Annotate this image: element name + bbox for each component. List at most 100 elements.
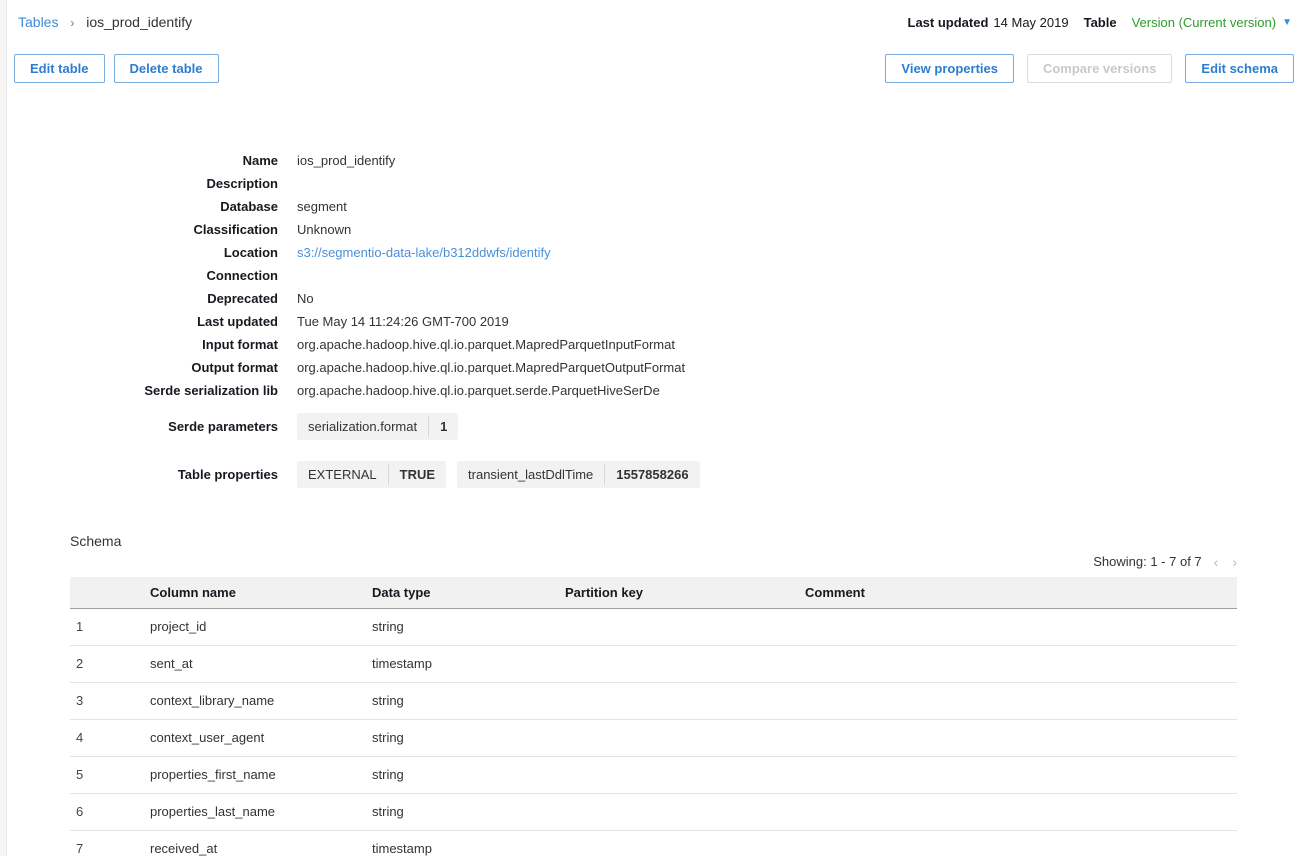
detail-label: Description <box>18 172 278 195</box>
row-number: 6 <box>70 793 150 830</box>
badge-value: TRUE <box>389 461 446 488</box>
breadcrumb-separator-icon: › <box>70 16 74 30</box>
detail-value-database: segment <box>297 195 347 218</box>
toolbar: Edit table Delete table View properties … <box>0 54 1304 83</box>
table-properties-label: Table properties <box>18 462 278 488</box>
partition-key-cell <box>565 645 805 682</box>
detail-row-output-format: Output format org.apache.hadoop.hive.ql.… <box>18 356 1304 379</box>
data-type-cell: string <box>372 682 565 719</box>
comment-cell <box>805 756 1237 793</box>
comment-header: Comment <box>805 577 1237 608</box>
serde-parameter-badge: serialization.format 1 <box>297 413 458 440</box>
toolbar-right-group: View properties Compare versions Edit sc… <box>885 54 1294 83</box>
detail-value-classification: Unknown <box>297 218 351 241</box>
partition-key-cell <box>565 756 805 793</box>
row-number: 2 <box>70 645 150 682</box>
comment-cell <box>805 682 1237 719</box>
row-number-header <box>70 577 150 608</box>
view-properties-button[interactable]: View properties <box>885 54 1014 83</box>
toolbar-left-group: Edit table Delete table <box>14 54 219 83</box>
badge-key: transient_lastDdlTime <box>457 461 604 488</box>
detail-value-input-format: org.apache.hadoop.hive.ql.io.parquet.Map… <box>297 333 675 356</box>
detail-row-connection: Connection <box>18 264 1304 287</box>
detail-row-location: Location s3://segmentio-data-lake/b312dd… <box>18 241 1304 264</box>
detail-value-name: ios_prod_identify <box>297 149 395 172</box>
comment-cell <box>805 719 1237 756</box>
table-row: 3 context_library_name string <box>70 682 1237 719</box>
showing-count-text: Showing: 1 - 7 of 7 <box>1093 554 1201 569</box>
chevron-down-icon[interactable]: ▼ <box>1282 17 1292 28</box>
breadcrumb: Tables › ios_prod_identify <box>18 14 192 30</box>
row-number: 1 <box>70 608 150 645</box>
partition-key-cell <box>565 719 805 756</box>
detail-row-description: Description <box>18 172 1304 195</box>
detail-label: Database <box>18 195 278 218</box>
chevron-right-icon[interactable]: › <box>1232 555 1237 569</box>
detail-label: Location <box>18 241 278 264</box>
comment-cell <box>805 793 1237 830</box>
table-type-label: Table <box>1084 15 1117 30</box>
comment-cell <box>805 608 1237 645</box>
partition-key-cell <box>565 793 805 830</box>
table-details-page: Tables › ios_prod_identify Last updated … <box>0 0 1304 856</box>
detail-row-serde-lib: Serde serialization lib org.apache.hadoo… <box>18 379 1304 402</box>
breadcrumb-tables-link[interactable]: Tables <box>18 14 58 30</box>
detail-label: Serde serialization lib <box>18 379 278 402</box>
row-number: 3 <box>70 682 150 719</box>
data-type-cell: string <box>372 756 565 793</box>
detail-label: Name <box>18 149 278 172</box>
schema-header-row: Column name Data type Partition key Comm… <box>70 577 1237 608</box>
partition-key-cell <box>565 682 805 719</box>
comment-cell <box>805 645 1237 682</box>
column-name-cell: context_library_name <box>150 682 372 719</box>
top-bar: Tables › ios_prod_identify Last updated … <box>0 12 1304 30</box>
column-name-cell: properties_last_name <box>150 793 372 830</box>
edit-table-button[interactable]: Edit table <box>14 54 105 83</box>
table-row: 7 received_at timestamp <box>70 830 1237 856</box>
badge-key: serialization.format <box>297 413 428 440</box>
table-row: 2 sent_at timestamp <box>70 645 1237 682</box>
column-name-cell: properties_first_name <box>150 756 372 793</box>
partition-key-cell <box>565 830 805 856</box>
data-type-cell: timestamp <box>372 830 565 856</box>
comment-cell <box>805 830 1237 856</box>
table-row: 6 properties_last_name string <box>70 793 1237 830</box>
compare-versions-button[interactable]: Compare versions <box>1027 54 1172 83</box>
table-row: 1 project_id string <box>70 608 1237 645</box>
schema-section: Schema Showing: 1 - 7 of 7 ‹ › Column na… <box>70 533 1237 856</box>
detail-value-output-format: org.apache.hadoop.hive.ql.io.parquet.Map… <box>297 356 685 379</box>
schema-pagination-row: Showing: 1 - 7 of 7 ‹ › <box>70 554 1237 569</box>
pagination-controls: ‹ › <box>1214 555 1237 569</box>
data-type-cell: string <box>372 608 565 645</box>
row-number: 5 <box>70 756 150 793</box>
column-name-cell: received_at <box>150 830 372 856</box>
delete-table-button[interactable]: Delete table <box>114 54 219 83</box>
schema-section-title: Schema <box>70 533 1237 549</box>
badge-value: 1 <box>429 413 458 440</box>
last-updated-label: Last updated <box>908 15 989 30</box>
detail-row-deprecated: Deprecated No <box>18 287 1304 310</box>
detail-label: Last updated <box>18 310 278 333</box>
serde-parameter-badges: serialization.format 1 <box>297 413 458 440</box>
detail-row-input-format: Input format org.apache.hadoop.hive.ql.i… <box>18 333 1304 356</box>
partition-key-cell <box>565 608 805 645</box>
badge-value: 1557858266 <box>605 461 699 488</box>
serde-parameters-label: Serde parameters <box>18 414 278 440</box>
table-property-badge: transient_lastDdlTime 1557858266 <box>457 461 700 488</box>
detail-label: Classification <box>18 218 278 241</box>
serde-parameters-row: Serde parameters serialization.format 1 <box>18 413 1304 440</box>
table-details: Name ios_prod_identify Description Datab… <box>0 149 1304 488</box>
detail-label: Input format <box>18 333 278 356</box>
edit-schema-button[interactable]: Edit schema <box>1185 54 1294 83</box>
table-property-badge: EXTERNAL TRUE <box>297 461 446 488</box>
table-row: 5 properties_first_name string <box>70 756 1237 793</box>
detail-value-serde-lib: org.apache.hadoop.hive.ql.io.parquet.ser… <box>297 379 660 402</box>
version-selector[interactable]: Version (Current version) <box>1132 15 1277 30</box>
breadcrumb-current-table: ios_prod_identify <box>86 14 192 30</box>
data-type-cell: string <box>372 719 565 756</box>
location-s3-link[interactable]: s3://segmentio-data-lake/b312ddwfs/ident… <box>297 241 551 264</box>
row-number: 4 <box>70 719 150 756</box>
data-type-cell: string <box>372 793 565 830</box>
detail-row-last-updated: Last updated Tue May 14 11:24:26 GMT-700… <box>18 310 1304 333</box>
chevron-left-icon[interactable]: ‹ <box>1214 555 1219 569</box>
